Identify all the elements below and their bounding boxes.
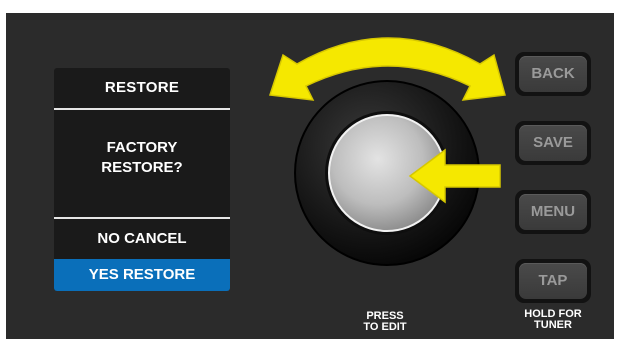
tap-button-label: TAP	[538, 272, 568, 289]
save-button-label: SAVE	[533, 134, 573, 151]
tap-button[interactable]: TAP	[515, 259, 591, 303]
tap-caption-line2: TUNER	[534, 319, 572, 331]
tap-caption: HOLD FOR TUNER	[513, 309, 593, 331]
knob-caption-line2: TO EDIT	[363, 321, 407, 333]
menu-button-label: MENU	[530, 203, 576, 220]
menu-button[interactable]: MENU	[515, 190, 591, 234]
back-button[interactable]: BACK	[515, 52, 591, 96]
back-button-label: BACK	[531, 65, 575, 82]
save-button[interactable]: SAVE	[515, 121, 591, 165]
knob-caption: PRESS TO EDIT	[345, 311, 425, 333]
